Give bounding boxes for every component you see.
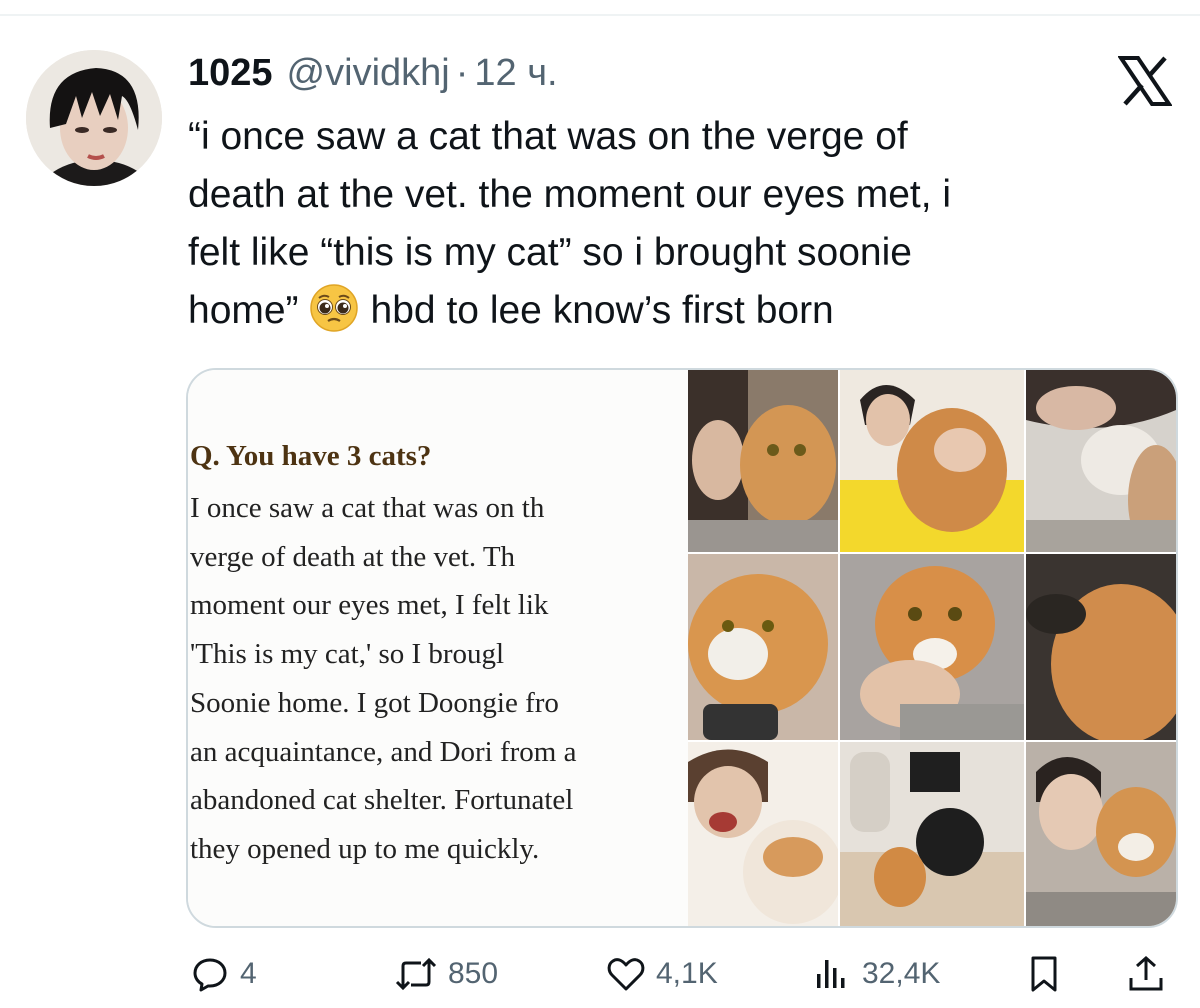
reply-count: 4 [240, 957, 257, 990]
retweet-button[interactable]: 850 [394, 944, 498, 1004]
heart-icon [607, 958, 645, 991]
photo-cell[interactable] [688, 370, 838, 552]
media-container[interactable]: Q. You have 3 cats? I once saw a cat tha… [186, 368, 1178, 928]
x-logo-icon [1117, 56, 1173, 106]
answer-line: Soonie home. I got Doongie fro [190, 686, 559, 719]
photo-cell[interactable] [688, 554, 838, 740]
views-count: 32,4K [862, 957, 941, 990]
photo-cell[interactable] [688, 742, 838, 926]
views-button[interactable]: 32,4K [812, 944, 940, 1004]
avatar[interactable] [26, 50, 162, 186]
display-name[interactable]: 1025 [188, 52, 273, 95]
tweet-header: 1025 @vividkhj · 12 ч. [188, 52, 558, 104]
bookmark-button[interactable] [1024, 944, 1064, 1004]
share-button[interactable] [1126, 944, 1166, 1004]
photo-cell[interactable] [1026, 742, 1176, 926]
tweet-text-line: home” [188, 289, 299, 332]
interview-document-image: Q. You have 3 cats? I once saw a cat tha… [188, 370, 688, 926]
reply-button[interactable]: 4 [190, 944, 257, 1004]
answer-line: abandoned cat shelter. Fortunatel [190, 784, 574, 817]
header-separator: · [455, 52, 469, 94]
tweet-text-line: death at the vet. the moment our eyes me… [188, 173, 952, 216]
top-divider [0, 14, 1200, 16]
bookmark-icon [1031, 956, 1057, 992]
timestamp[interactable]: 12 ч. [474, 52, 557, 95]
retweet-count: 850 [448, 957, 499, 990]
user-handle[interactable]: @vividkhj [287, 52, 450, 95]
like-button[interactable]: 4,1K [606, 944, 718, 1004]
answer-line: 'This is my cat,' so I brougl [190, 638, 505, 671]
photo-collage [688, 370, 1176, 926]
interview-question: Q. You have 3 cats? [190, 440, 432, 472]
answer-line: moment our eyes met, I felt lik [190, 589, 549, 622]
reply-icon [193, 958, 227, 992]
answer-line: they opened up to me quickly. [190, 832, 540, 865]
retweet-icon [395, 957, 437, 991]
like-count: 4,1K [656, 957, 718, 990]
share-icon [1129, 955, 1163, 991]
tweet-text-line: “i once saw a cat that was on the verge … [188, 115, 908, 158]
answer-line: an acquaintance, and Dori from a [190, 735, 577, 768]
photo-cell[interactable] [1026, 554, 1176, 740]
photo-cell[interactable] [840, 370, 1024, 552]
photo-cell[interactable] [840, 742, 1024, 926]
tweet-text-last-line: home” hbd to lee know’s first born [188, 282, 1148, 340]
photo-cell[interactable] [840, 554, 1024, 740]
tweet-actions: 4 850 4,1K 32,4K [0, 944, 1200, 1004]
pleading-face-emoji-icon [309, 283, 359, 333]
interview-answer: I once saw a cat that was on th verge of… [190, 484, 688, 874]
tweet-text: “i once saw a cat that was on the verge … [188, 108, 1148, 340]
answer-line: I once saw a cat that was on th [190, 492, 545, 524]
tweet-text-hashline: hbd to lee know’s first born [370, 289, 834, 332]
views-chart-icon [817, 960, 845, 988]
tweet-text-line: felt like “this is my cat” so i brought … [188, 231, 912, 274]
avatar-image [26, 50, 162, 186]
answer-line: verge of death at the vet. Th [190, 540, 516, 573]
photo-cell[interactable] [1026, 370, 1176, 552]
